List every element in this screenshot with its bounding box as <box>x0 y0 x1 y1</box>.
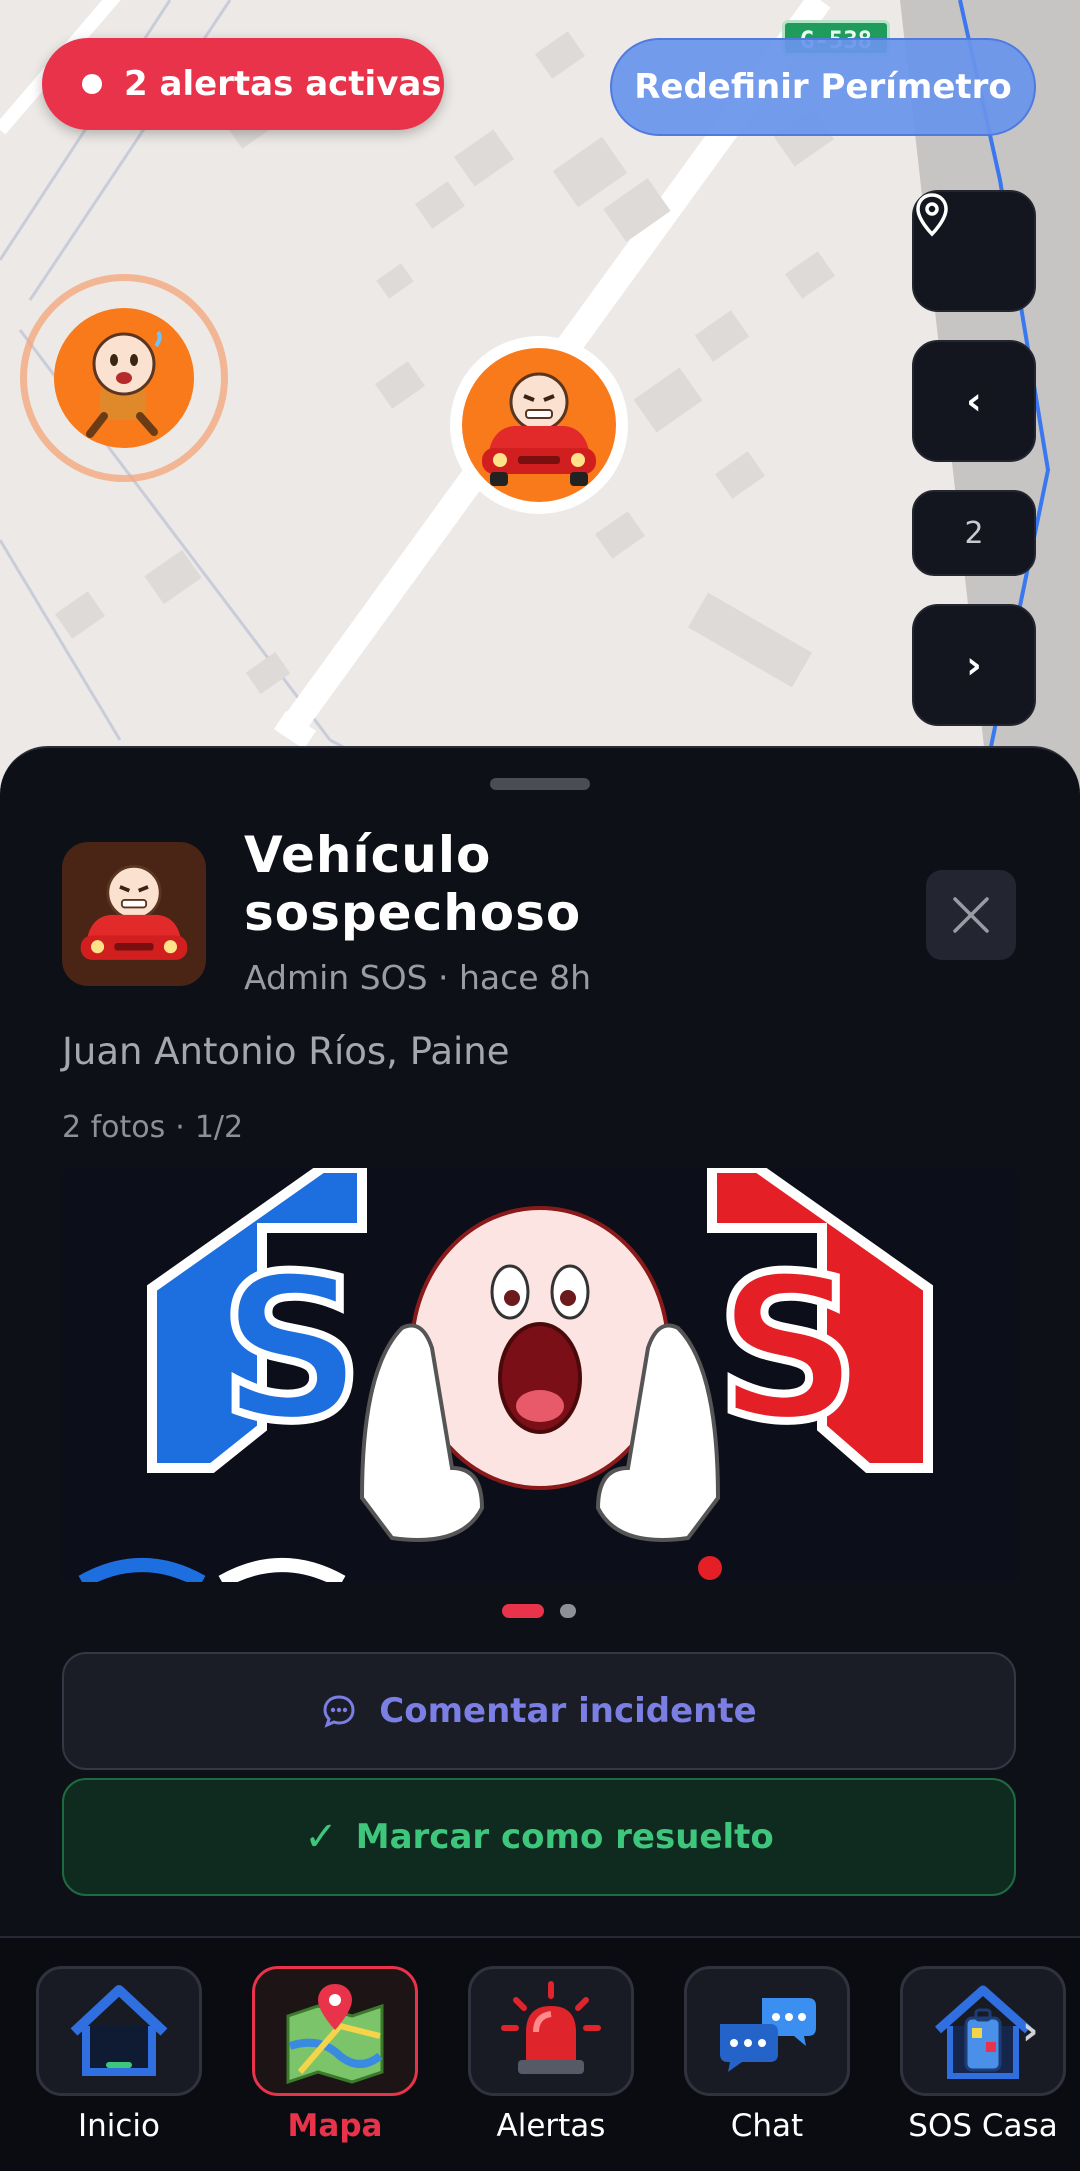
sheet-drag-handle[interactable] <box>490 778 590 790</box>
car-marker[interactable] <box>450 336 628 514</box>
close-sheet-button[interactable] <box>926 870 1016 960</box>
car-driver-icon <box>482 372 596 486</box>
comment-incident-label: Comentar incidente <box>379 1691 757 1731</box>
nav-item-chat[interactable]: Chat <box>684 1966 850 2144</box>
incident-photo[interactable]: S S <box>62 1168 1018 1582</box>
nav-label-chat: Chat <box>730 2108 804 2144</box>
incident-title: Vehículo sospechoso <box>244 826 582 942</box>
incident-author-time: Admin SOS · hace 8h <box>244 958 591 997</box>
photo-counter: 2 fotos · 1/2 <box>62 1110 243 1145</box>
logo-letter-s-left: S <box>220 1233 364 1466</box>
nav-label-alertas: Alertas <box>496 2108 606 2144</box>
nav-item-mapa[interactable]: Mapa <box>252 1966 418 2144</box>
comment-incident-button[interactable]: Comentar incidente <box>62 1652 1016 1770</box>
nav-item-alertas[interactable]: Alertas <box>468 1966 634 2144</box>
alert-dot-icon <box>82 74 102 94</box>
bottom-navigation: Inicio Mapa Alertas Chat SOS Casa › <box>0 1936 1080 2171</box>
my-location-button[interactable] <box>912 190 1036 312</box>
close-icon <box>953 897 989 933</box>
mark-resolved-label: Marcar como resuelto <box>355 1817 774 1857</box>
logo-letter-s-right: S <box>716 1233 860 1466</box>
map-view[interactable]: 2 alertas activas G-538 Redefinir Períme… <box>0 0 1080 800</box>
nav-item-inicio[interactable]: Inicio <box>36 1966 202 2144</box>
chat-bubble-icon <box>321 1693 357 1729</box>
house-icon <box>36 1966 202 2096</box>
car-driver-icon <box>80 864 188 960</box>
nav-label-inicio: Inicio <box>77 2108 161 2144</box>
nav-label-mapa: Mapa <box>287 2108 383 2144</box>
sos-logo-image: S S <box>78 1168 933 1582</box>
active-alerts-pill[interactable]: 2 alertas activas <box>42 38 444 130</box>
incident-detail-sheet: Vehículo sospechoso Admin SOS · hace 8h … <box>0 746 1080 1936</box>
active-alerts-label: 2 alertas activas <box>124 64 442 104</box>
nav-label-sos-casa: SOS Casa <box>908 2108 1058 2144</box>
previous-alert-button[interactable]: ‹ <box>912 340 1036 462</box>
photo-carousel-dots <box>0 1604 1080 1618</box>
photo-index: 1/2 <box>194 1110 244 1145</box>
nav-scroll-more-icon[interactable]: › <box>1022 2008 1038 2054</box>
incident-category-avatar <box>62 842 206 986</box>
runner-marker[interactable] <box>54 308 194 448</box>
next-alert-button[interactable]: › <box>912 604 1036 726</box>
house-luggage-icon <box>900 1966 1066 2096</box>
map-icon <box>252 1966 418 2096</box>
map-pin-icon <box>916 193 948 237</box>
carousel-dot[interactable] <box>560 1604 576 1618</box>
alert-page-indicator: 2 <box>912 490 1036 576</box>
chat-bubbles-icon <box>684 1966 850 2096</box>
carousel-dot-active[interactable] <box>502 1604 544 1618</box>
mark-resolved-button[interactable]: ✓ Marcar como resuelto <box>62 1778 1016 1896</box>
photo-count: 2 fotos <box>62 1110 166 1145</box>
siren-icon <box>468 1966 634 2096</box>
incident-address: Juan Antonio Ríos, Paine <box>62 1030 510 1073</box>
redefine-perimeter-button[interactable]: Redefinir Perímetro <box>610 38 1036 136</box>
nav-item-sos-casa[interactable]: SOS Casa <box>900 1966 1066 2144</box>
running-person-icon <box>86 330 162 438</box>
photo-separator: · <box>175 1110 185 1145</box>
check-icon: ✓ <box>304 1814 338 1860</box>
